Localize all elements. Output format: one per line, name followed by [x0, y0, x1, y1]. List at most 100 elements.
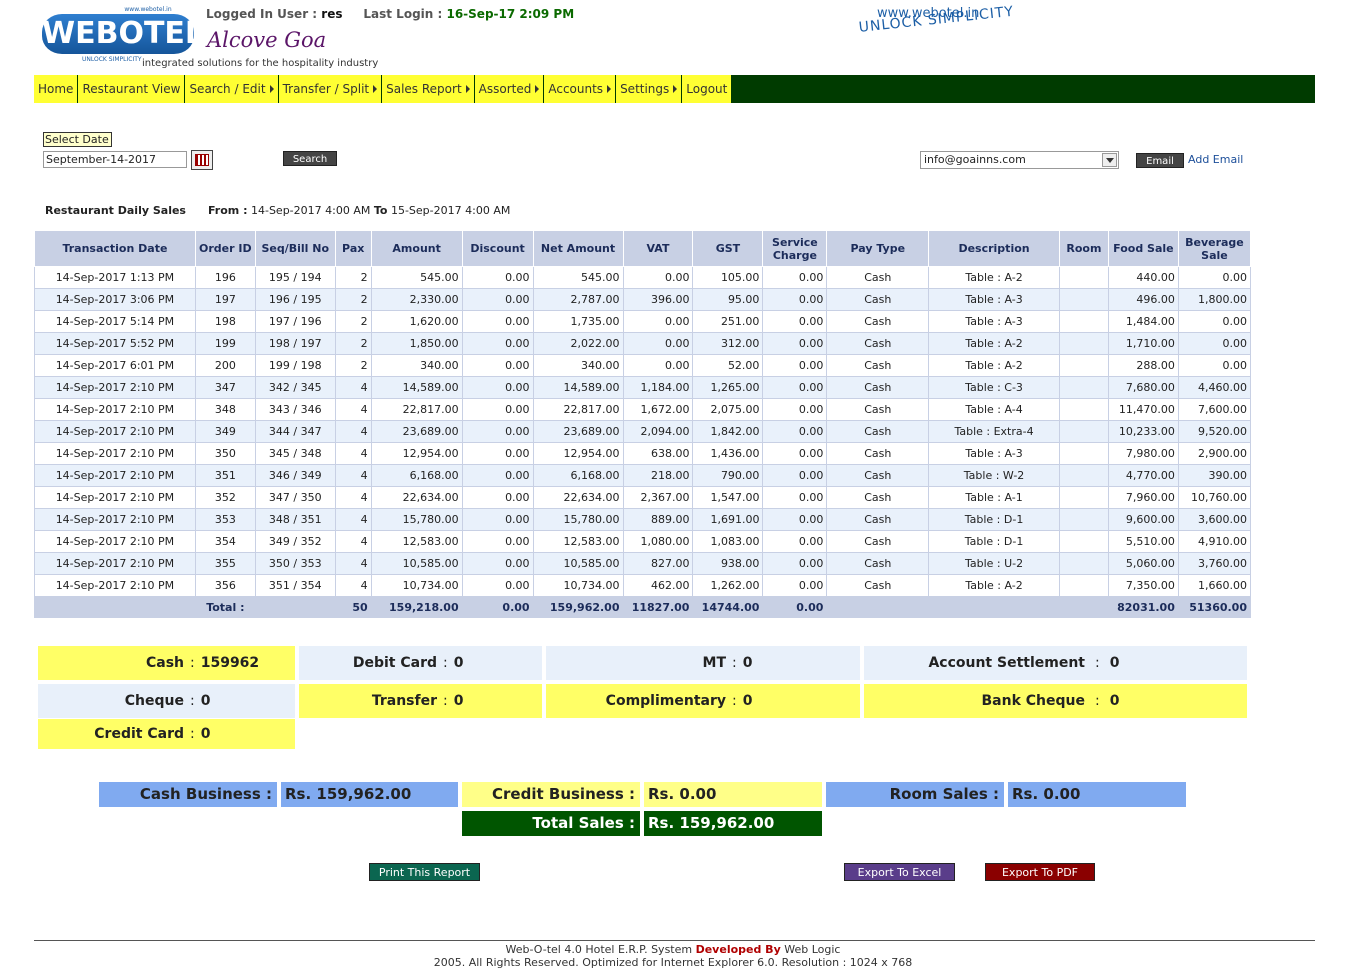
- table-cell: Cash: [826, 508, 930, 531]
- table-cell: 0.00: [461, 442, 534, 465]
- table-cell: 345 / 348: [254, 442, 336, 465]
- table-cell: 1,660.00: [1177, 574, 1252, 597]
- table-cell: Cash: [826, 530, 930, 553]
- nav-item-settings[interactable]: Settings: [616, 75, 683, 103]
- table-cell: 0.00: [762, 310, 828, 333]
- email-select[interactable]: info@goainns.com: [920, 151, 1119, 169]
- table-cell: 889.00: [622, 508, 694, 531]
- table-cell: 1,080.00: [622, 530, 694, 553]
- table-cell: 0.00: [762, 420, 828, 443]
- cheque-label: Cheque: [124, 693, 184, 709]
- nav-item-assorted[interactable]: Assorted: [474, 75, 545, 103]
- table-cell: 22,634.00: [532, 486, 624, 509]
- table-cell: 14-Sep-2017 1:13 PM: [34, 266, 196, 289]
- footer-product: Web-O-tel 4.0 Hotel E.R.P. System: [505, 943, 693, 956]
- nav-item-restaurant-view[interactable]: Restaurant View: [78, 75, 186, 103]
- main-nav: Home Restaurant View Search / Edit Transfer…: [34, 75, 1315, 103]
- table-row: 14-Sep-2017 6:01 PM 200 199 / 198 2 340.00 0.…: [34, 354, 1252, 377]
- credit-card-value: 0: [200, 726, 211, 742]
- search-button[interactable]: Search: [283, 151, 337, 166]
- from-value: 14-Sep-2017 4:00 AM: [250, 204, 371, 217]
- logo-small-url: www.webotel.in: [124, 6, 172, 13]
- table-cell: 312.00: [692, 332, 764, 355]
- caret-right-icon: [535, 85, 540, 93]
- column-header: Service Charge: [762, 230, 828, 267]
- table-cell: 1,735.00: [532, 310, 624, 333]
- column-header: Beverage Sale: [1177, 230, 1252, 267]
- table-cell: 12,583.00: [532, 530, 624, 553]
- table-cell: Table : D-1: [928, 530, 1060, 553]
- calendar-button[interactable]: [191, 150, 213, 170]
- table-cell: 1,436.00: [692, 442, 764, 465]
- to-label: To: [373, 204, 388, 217]
- logged-in-label: Logged In User :: [206, 7, 318, 21]
- table-cell: Table : A-1: [928, 486, 1060, 509]
- bank-cheque-label: Bank Cheque: [981, 693, 1086, 709]
- debit-card-label: Debit Card: [352, 655, 437, 671]
- cheque-value: 0: [200, 693, 211, 709]
- table-cell: 0.00: [461, 310, 534, 333]
- room-sales-label: Room Sales :: [826, 782, 1004, 807]
- nav-item-label: Settings: [620, 82, 670, 96]
- column-header: VAT: [622, 230, 694, 267]
- report-range: From : 14-Sep-2017 4:00 AM To 15-Sep-201…: [208, 204, 510, 217]
- table-cell: 22,634.00: [370, 486, 463, 509]
- cheque-summary: Cheque : 0: [38, 684, 295, 718]
- table-cell: Cash: [826, 442, 930, 465]
- nav-item-accounts[interactable]: Accounts: [544, 75, 617, 103]
- total-sales-value: Rs. 159,962.00: [644, 811, 822, 836]
- email-button[interactable]: Email: [1136, 153, 1184, 168]
- table-cell: 0.00: [461, 464, 534, 487]
- chevron-down-icon[interactable]: [1102, 153, 1117, 167]
- table-cell: 4: [334, 398, 372, 421]
- table-cell: 0.00: [762, 332, 828, 355]
- nav-item-label: Restaurant View: [82, 82, 181, 96]
- total-net-amount: 159,962.00: [532, 596, 624, 618]
- nav-item-sales-report[interactable]: Sales Report: [382, 75, 475, 103]
- nav-item-transfer-split[interactable]: Transfer / Split: [278, 75, 383, 103]
- complimentary-summary: Complimentary : 0: [546, 684, 860, 718]
- table-row: 14-Sep-2017 1:13 PM 196 195 / 194 2 545.00 0.…: [34, 266, 1252, 289]
- table-cell: 7,350.00: [1107, 574, 1179, 597]
- table-cell: 198 / 197: [254, 332, 336, 355]
- total-empty-cell: [34, 596, 196, 618]
- table-cell: 350: [194, 442, 256, 465]
- date-input[interactable]: September-14-2017: [43, 151, 187, 168]
- nav-item-search-edit[interactable]: Search / Edit: [185, 75, 279, 103]
- caret-right-icon: [607, 85, 612, 93]
- table-cell: 545.00: [532, 266, 624, 289]
- nav-item-logout[interactable]: Logout: [682, 75, 733, 103]
- credit-business-value: Rs. 0.00: [644, 782, 822, 807]
- table-cell: [1058, 376, 1109, 399]
- table-cell: 1,262.00: [692, 574, 764, 597]
- export-pdf-button[interactable]: Export To PDF: [985, 863, 1095, 881]
- column-header: Pax: [334, 230, 372, 267]
- table-cell: 6,168.00: [370, 464, 463, 487]
- column-header: Transaction Date: [34, 230, 196, 267]
- account-settlement-summary: Account Settlement : 0: [864, 646, 1247, 680]
- nav-item-label: Sales Report: [386, 82, 462, 96]
- bank-cheque-summary: Bank Cheque : 0: [864, 684, 1247, 718]
- table-cell: 105.00: [692, 266, 764, 289]
- table-cell: [1058, 442, 1109, 465]
- debit-card-value: 0: [453, 655, 464, 671]
- total-food: 82031.00: [1107, 596, 1179, 618]
- total-pax: 50: [334, 596, 372, 618]
- table-cell: 14-Sep-2017 2:10 PM: [34, 552, 196, 575]
- nav-item-home[interactable]: Home: [34, 75, 79, 103]
- print-report-button[interactable]: Print This Report: [369, 863, 480, 881]
- table-cell: 1,620.00: [370, 310, 463, 333]
- table-cell: 23,689.00: [370, 420, 463, 443]
- table-cell: 353: [194, 508, 256, 531]
- total-vat: 11827.00: [622, 596, 694, 618]
- add-email-link[interactable]: Add Email: [1188, 153, 1243, 166]
- table-cell: Cash: [826, 486, 930, 509]
- column-header: Order ID: [194, 230, 256, 267]
- export-excel-button[interactable]: Export To Excel: [844, 863, 955, 881]
- column-header: Room: [1058, 230, 1109, 267]
- nav-item-label: Search / Edit: [189, 82, 266, 96]
- bank-cheque-value: 0: [1109, 693, 1120, 709]
- table-row: 14-Sep-2017 2:10 PM 349 344 / 347 4 23,689.0…: [34, 420, 1252, 443]
- to-value: 15-Sep-2017 4:00 AM: [390, 204, 511, 217]
- table-cell: 14-Sep-2017 2:10 PM: [34, 508, 196, 531]
